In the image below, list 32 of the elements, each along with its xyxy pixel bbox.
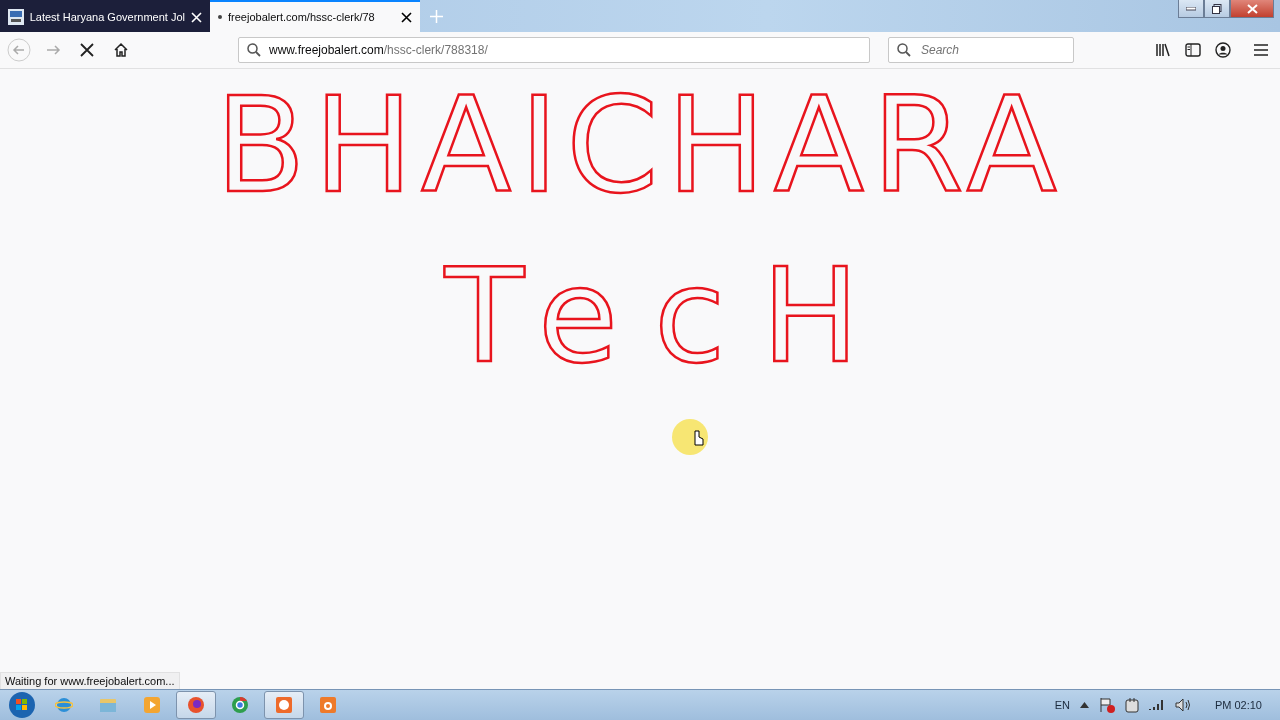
restore-icon	[1212, 3, 1222, 14]
handwritten-text: TecH	[444, 251, 896, 381]
tab-title: Latest Haryana Government Jol	[29, 11, 185, 23]
caret-icon[interactable]	[1079, 702, 1089, 708]
url-text: www.freejobalert.com/hssc-clerk/788318/	[269, 43, 488, 57]
play-icon	[143, 696, 161, 714]
folder-icon	[99, 697, 117, 713]
tab-title: freejobalert.com/hssc-clerk/78	[228, 11, 376, 23]
speaker-icon[interactable]	[1174, 698, 1191, 712]
close-icon[interactable]	[401, 11, 412, 23]
language-indicator[interactable]: EN	[1054, 699, 1070, 711]
search-icon	[897, 43, 911, 57]
camera-icon	[319, 696, 337, 714]
signal-icon[interactable]	[1148, 699, 1165, 711]
clock-text[interactable]: PM 02:10	[1214, 699, 1262, 711]
status-text: Waiting for www.freejobalert.com...	[0, 671, 180, 690]
minimize-icon	[1186, 6, 1196, 11]
taskbar-button[interactable]	[176, 691, 216, 719]
taskbar-button[interactable]	[264, 691, 304, 719]
record-icon	[275, 696, 293, 714]
flag-icon[interactable]	[1098, 697, 1115, 713]
close-button[interactable]	[1230, 0, 1274, 18]
browser-tab[interactable]: Latest Haryana Government Jol	[0, 0, 210, 32]
handwritten-text: BHAICHARA	[215, 79, 1065, 211]
close-icon	[1246, 3, 1258, 14]
restore-button[interactable]	[1204, 0, 1230, 18]
cursor-highlight-icon	[670, 417, 710, 457]
address-field[interactable]: www.freejobalert.com/hssc-clerk/788318/	[238, 37, 870, 63]
search-field[interactable]: Search	[888, 37, 1074, 63]
search-input[interactable]: Search	[919, 42, 1053, 58]
search-icon	[247, 43, 261, 57]
browser-tab[interactable]: freejobalert.com/hssc-clerk/78	[210, 0, 420, 32]
